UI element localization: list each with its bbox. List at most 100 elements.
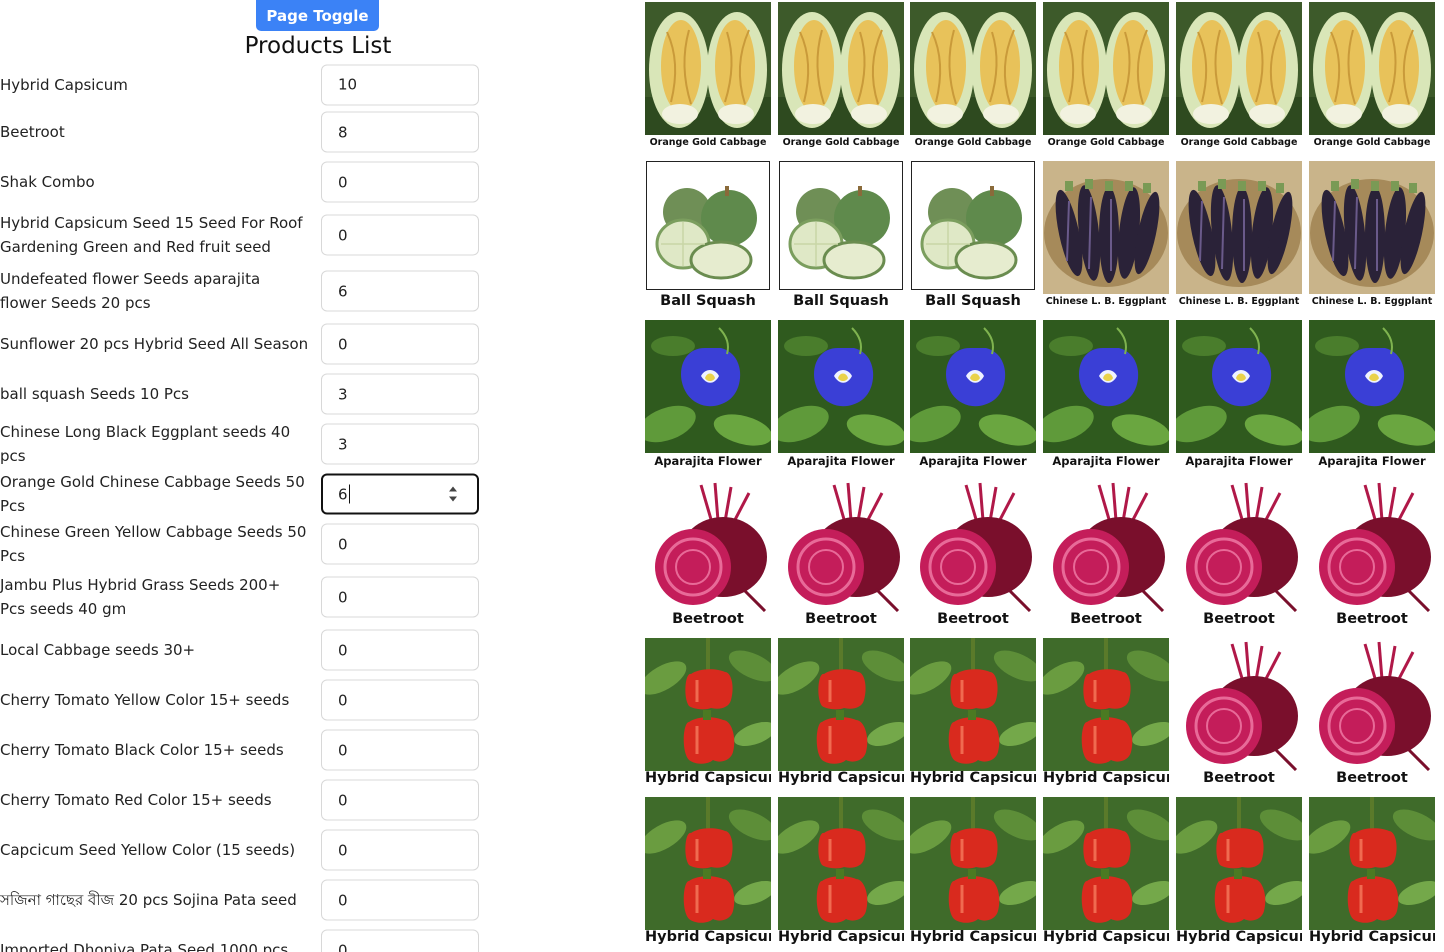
product-card[interactable]: Ball Squash <box>645 161 771 316</box>
quantity-value: 0 <box>338 891 348 909</box>
gallery-row: Hybrid Capsicum Hybrid Capsicum Hybrid C… <box>644 638 1436 797</box>
product-card[interactable]: Chinese L. B. Eggplant <box>1309 161 1435 316</box>
product-image <box>645 320 771 453</box>
product-image <box>1309 161 1435 294</box>
product-card[interactable]: Hybrid Capsicum <box>778 797 904 952</box>
product-row: Cherry Tomato Red Color 15+ seeds 0 <box>0 775 636 825</box>
product-image <box>1309 638 1435 771</box>
quantity-input[interactable]: 6 <box>321 270 479 312</box>
product-row: Hybrid Capsicum 10 <box>0 62 636 107</box>
product-card[interactable]: Hybrid Capsicum <box>645 797 771 952</box>
quantity-input[interactable]: 0 <box>321 679 479 721</box>
product-card[interactable]: Hybrid Capsicum <box>1043 638 1169 793</box>
spin-up-icon[interactable] <box>449 486 457 492</box>
product-image <box>1176 161 1302 294</box>
product-image <box>1309 320 1435 453</box>
quantity-input[interactable]: 0 <box>321 523 479 565</box>
product-card[interactable]: Beetroot <box>1043 479 1169 634</box>
product-image <box>1176 2 1302 135</box>
product-card[interactable]: Beetroot <box>778 479 904 634</box>
product-image <box>778 2 904 135</box>
quantity-input[interactable]: 0 <box>321 779 479 821</box>
product-card[interactable]: Aparajita Flower <box>1176 320 1302 475</box>
product-caption: Aparajita Flower <box>919 454 1027 468</box>
product-row: Imported Dhoniya Pata Seed 1000 pcs 0 <box>0 925 636 952</box>
number-spinner[interactable] <box>449 485 459 505</box>
product-card[interactable]: Chinese L. B. Eggplant <box>1176 161 1302 316</box>
product-caption: Hybrid Capsicum <box>910 929 1036 945</box>
quantity-input[interactable]: 0 <box>321 729 479 771</box>
quantity-input[interactable]: 0 <box>321 879 479 921</box>
product-card[interactable]: Aparajita Flower <box>778 320 904 475</box>
product-gallery-panel: Orange Gold Cabbage Orange Gold Cabbage … <box>644 0 1444 952</box>
product-card[interactable]: Orange Gold Cabbage <box>910 2 1036 157</box>
product-caption: Orange Gold Cabbage <box>914 137 1032 148</box>
product-card[interactable]: Aparajita Flower <box>645 320 771 475</box>
quantity-value: 0 <box>338 641 348 659</box>
product-name: ball squash Seeds 10 Pcs <box>0 385 189 403</box>
product-name: Orange Gold Chinese Cabbage Seeds 50 Pcs <box>0 473 305 515</box>
quantity-input[interactable]: 0 <box>321 576 479 618</box>
product-card[interactable]: Hybrid Capsicum <box>910 638 1036 793</box>
product-row: Sunflower 20 pcs Hybrid Seed All Season 0 <box>0 319 636 369</box>
product-caption: Hybrid Capsicum <box>645 770 771 786</box>
quantity-value: 0 <box>338 941 348 952</box>
product-card[interactable]: Hybrid Capsicum <box>910 797 1036 952</box>
quantity-input[interactable]: 0 <box>321 161 479 203</box>
product-card[interactable]: Aparajita Flower <box>1309 320 1435 475</box>
product-card[interactable]: Chinese L. B. Eggplant <box>1043 161 1169 316</box>
product-image <box>1309 797 1435 930</box>
product-name: Cherry Tomato Black Color 15+ seeds <box>0 741 284 759</box>
product-card[interactable]: Orange Gold Cabbage <box>645 2 771 157</box>
quantity-input[interactable]: 10 <box>321 64 479 105</box>
product-card[interactable]: Beetroot <box>910 479 1036 634</box>
product-name: Hybrid Capsicum <box>0 75 128 94</box>
product-card[interactable]: Hybrid Capsicum <box>1176 797 1302 952</box>
product-row: Cherry Tomato Yellow Color 15+ seeds 0 <box>0 675 636 725</box>
product-card[interactable]: Orange Gold Cabbage <box>1043 2 1169 157</box>
product-card[interactable]: Hybrid Capsicum <box>1043 797 1169 952</box>
product-card[interactable]: Orange Gold Cabbage <box>1309 2 1435 157</box>
product-card[interactable]: Orange Gold Cabbage <box>1176 2 1302 157</box>
product-caption: Ball Squash <box>793 293 889 309</box>
product-caption: Hybrid Capsicum <box>1043 929 1169 945</box>
product-name: Sunflower 20 pcs Hybrid Seed All Season <box>0 335 309 353</box>
page-toggle-button[interactable]: Page Toggle <box>256 0 379 31</box>
product-card[interactable]: Hybrid Capsicum <box>645 638 771 793</box>
quantity-input[interactable]: 8 <box>321 111 479 153</box>
product-image <box>1043 797 1169 930</box>
quantity-input[interactable]: 0 <box>321 629 479 671</box>
product-card[interactable]: Beetroot <box>1309 479 1435 634</box>
product-card[interactable]: Orange Gold Cabbage <box>778 2 904 157</box>
product-caption: Aparajita Flower <box>1052 454 1160 468</box>
quantity-input[interactable]: 0 <box>321 929 479 952</box>
spin-down-icon[interactable] <box>449 496 457 502</box>
product-card[interactable]: Beetroot <box>1176 479 1302 634</box>
product-caption: Beetroot <box>1203 611 1275 627</box>
product-name: Cherry Tomato Red Color 15+ seeds <box>0 791 272 809</box>
product-card[interactable]: Beetroot <box>645 479 771 634</box>
product-caption: Orange Gold Cabbage <box>1313 137 1431 148</box>
product-card[interactable]: Ball Squash <box>910 161 1036 316</box>
products-panel: Page Toggle Products List Hybrid Capsicu… <box>0 0 636 952</box>
quantity-input[interactable]: 3 <box>321 423 479 465</box>
product-card[interactable]: Hybrid Capsicum <box>1309 797 1435 952</box>
quantity-input[interactable]: 6 <box>321 473 479 515</box>
product-image <box>1176 797 1302 930</box>
quantity-input[interactable]: 0 <box>321 323 479 365</box>
quantity-input[interactable]: 0 <box>321 829 479 871</box>
quantity-input[interactable]: 3 <box>321 373 479 415</box>
product-card[interactable]: Aparajita Flower <box>1043 320 1169 475</box>
product-card[interactable]: Ball Squash <box>778 161 904 316</box>
product-name: Cherry Tomato Yellow Color 15+ seeds <box>0 691 290 709</box>
product-card[interactable]: Aparajita Flower <box>910 320 1036 475</box>
quantity-input[interactable]: 0 <box>321 214 479 256</box>
product-row: Beetroot 8 <box>0 107 636 157</box>
product-card[interactable]: Beetroot <box>1309 638 1435 793</box>
product-caption: Hybrid Capsicum <box>1043 770 1169 786</box>
product-caption: Beetroot <box>1336 611 1408 627</box>
product-image <box>778 797 904 930</box>
product-card[interactable]: Hybrid Capsicum <box>778 638 904 793</box>
product-gallery: Orange Gold Cabbage Orange Gold Cabbage … <box>644 2 1436 952</box>
product-card[interactable]: Beetroot <box>1176 638 1302 793</box>
